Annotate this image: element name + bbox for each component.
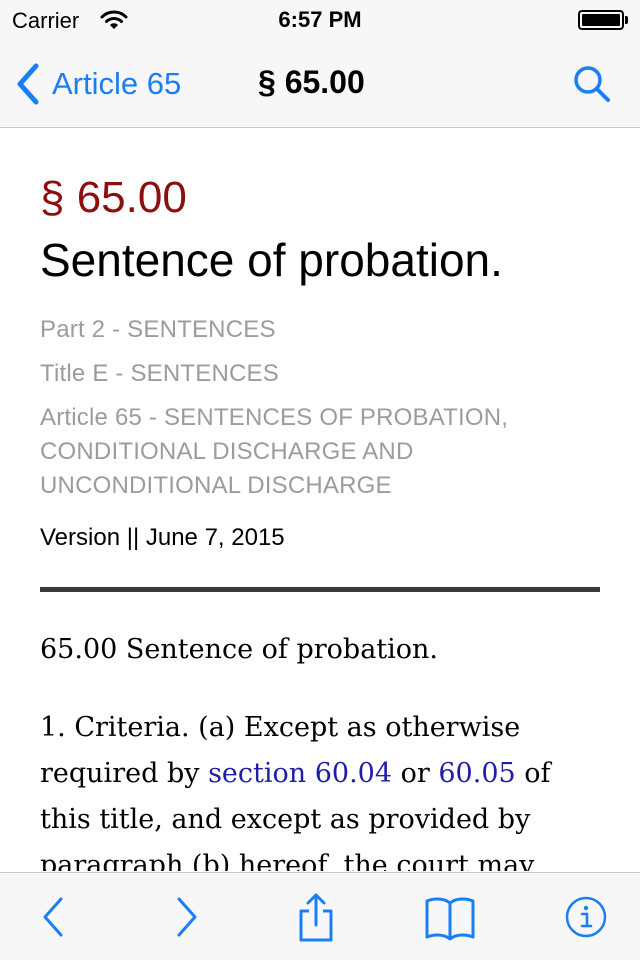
paragraph-text: or [392,758,439,789]
status-bar: Carrier 6:57 PM [0,0,640,40]
next-section-button[interactable] [160,891,212,943]
body-heading: 65.00 Sentence of probation. [40,634,439,665]
chevron-right-icon [177,897,197,937]
chevron-left-icon [43,897,63,937]
back-button-label: Article 65 [52,66,182,101]
body-paragraph: 1. Criteria. (a) Except as otherwise req… [40,705,600,871]
breadcrumb-part: Part 2 - SENTENCES [40,316,276,343]
search-icon [574,66,610,102]
info-icon [565,896,607,938]
page-title: § 65.00 [258,64,365,100]
share-icon [299,893,333,942]
section-title: Sentence of probation. [40,234,503,286]
section-number: § 65.00 [40,173,187,222]
previous-section-button[interactable] [28,891,80,943]
back-button[interactable]: Article 65 [14,60,181,108]
navigation-bar: Article 65 § 65.00 [0,40,640,128]
share-button[interactable] [290,891,342,943]
version-label: Version || June 7, 2015 [40,524,285,551]
search-button[interactable] [572,64,612,104]
section-60-04-link[interactable]: section 60.04 [208,758,392,789]
book-icon [425,897,475,941]
section-60-05-link[interactable]: 60.05 [438,758,515,789]
info-button[interactable] [560,891,612,943]
bookmarks-button[interactable] [424,891,476,943]
battery-icon [578,10,628,30]
bottom-toolbar [0,872,640,960]
divider [40,587,600,592]
breadcrumb-article: Article 65 - SENTENCES OF PROBATION, CON… [40,404,509,499]
clock: 6:57 PM [278,7,362,32]
breadcrumb-title: Title E - SENTENCES [40,360,279,387]
chevron-left-icon [17,63,39,105]
article-content[interactable]: § 65.00 Sentence of probation. Part 2 - … [0,129,640,871]
